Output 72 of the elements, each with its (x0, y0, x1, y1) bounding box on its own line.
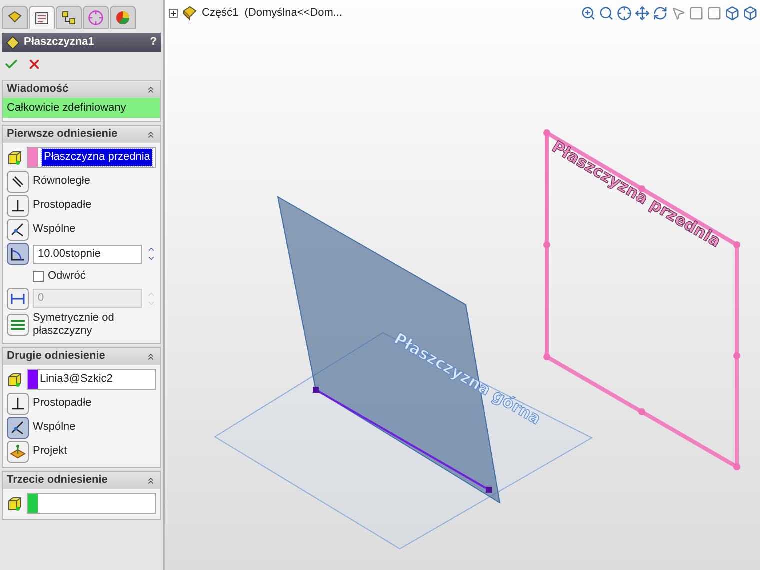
perpendicular-icon (10, 396, 26, 412)
option-button[interactable] (7, 417, 29, 439)
crosshair-icon[interactable] (617, 6, 632, 21)
option-label: Wspólne (33, 223, 76, 237)
collapse-icon[interactable] (146, 130, 156, 140)
cube-icon (7, 150, 23, 166)
section-title: Pierwsze odniesienie (7, 127, 118, 142)
spin-down-icon[interactable] (146, 254, 156, 263)
collapse-icon[interactable] (146, 84, 156, 94)
option-label: Prostopadłe (33, 397, 92, 411)
perpendicular-icon (10, 198, 26, 214)
panel-title: Płaszczyzna1 (24, 35, 94, 50)
cube-icon (7, 372, 23, 388)
rotate-icon[interactable] (653, 6, 668, 21)
panel-tab[interactable] (29, 6, 55, 29)
option-button[interactable] (7, 393, 29, 415)
value-field[interactable]: 10.00stopnie (33, 244, 142, 264)
collapse-icon[interactable] (146, 352, 156, 362)
cube-icon (7, 496, 23, 512)
cursor-icon[interactable] (671, 6, 686, 21)
option-label: Wspólne (33, 421, 76, 435)
selection-field[interactable]: Płaszczyzna przednia (27, 147, 156, 168)
property-icon (34, 10, 50, 26)
panel-tab[interactable] (110, 6, 136, 29)
panel-tab[interactable] (56, 6, 82, 29)
expand-icon[interactable] (169, 8, 178, 18)
angle-icon (10, 246, 26, 262)
coincident-icon (10, 420, 26, 436)
option-label: Symetrycznie od płaszczyzny (33, 312, 116, 339)
option-button[interactable] (7, 219, 29, 241)
help-button[interactable]: ? (150, 34, 157, 51)
crosshair-icon (88, 10, 104, 26)
cube-icon[interactable] (725, 6, 740, 21)
square-icon[interactable] (707, 6, 722, 21)
status-message: Całkowicie zdefiniowany (3, 98, 160, 118)
zoom-in-icon[interactable] (581, 6, 596, 21)
checkbox[interactable] (33, 270, 44, 282)
coincident-icon (10, 222, 26, 238)
plane-icon (6, 36, 20, 50)
appearance-icon (115, 10, 131, 26)
collapse-icon[interactable] (146, 476, 156, 486)
parallel-icon (10, 174, 26, 190)
section-header[interactable]: Trzecie odniesienie (3, 472, 160, 489)
spin-up-icon[interactable] (146, 245, 156, 254)
cancel-button[interactable] (27, 57, 42, 72)
reference-value: Linia3@Szkic2 (40, 372, 113, 388)
configuration-icon (61, 10, 77, 26)
reference-value: Płaszczyzna przednia (42, 149, 152, 166)
option-button[interactable] (7, 195, 29, 217)
section-header[interactable]: Pierwsze odniesienie (3, 126, 160, 143)
section-header[interactable]: Wiadomość (3, 81, 160, 98)
option-button[interactable] (7, 171, 29, 193)
option-label: Równoległe (33, 175, 90, 189)
zoom-area-icon[interactable] (599, 6, 614, 21)
option-label: Prostopadłe (33, 199, 92, 213)
part-icon (182, 5, 198, 22)
feature-tree-icon (7, 10, 23, 26)
section-title: Wiadomość (7, 82, 69, 98)
cube-icon[interactable] (743, 6, 758, 21)
pan-icon[interactable] (635, 6, 650, 21)
projection-icon (10, 444, 26, 460)
panel-tab[interactable] (2, 6, 28, 29)
part-name[interactable]: Część1 (Domyślna<<Dom... (202, 5, 343, 22)
section-title: Trzecie odniesienie (7, 473, 108, 488)
option-button[interactable] (7, 243, 29, 265)
option-label: Projekt (33, 445, 68, 459)
section-header[interactable]: Drugie odniesienie (3, 348, 160, 365)
selection-field[interactable]: Linia3@Szkic2 (27, 369, 156, 390)
selection-field[interactable] (27, 493, 156, 514)
section-title: Drugie odniesienie (7, 349, 106, 364)
checkbox-label: Odwróć (48, 269, 86, 284)
square-icon[interactable] (689, 6, 704, 21)
